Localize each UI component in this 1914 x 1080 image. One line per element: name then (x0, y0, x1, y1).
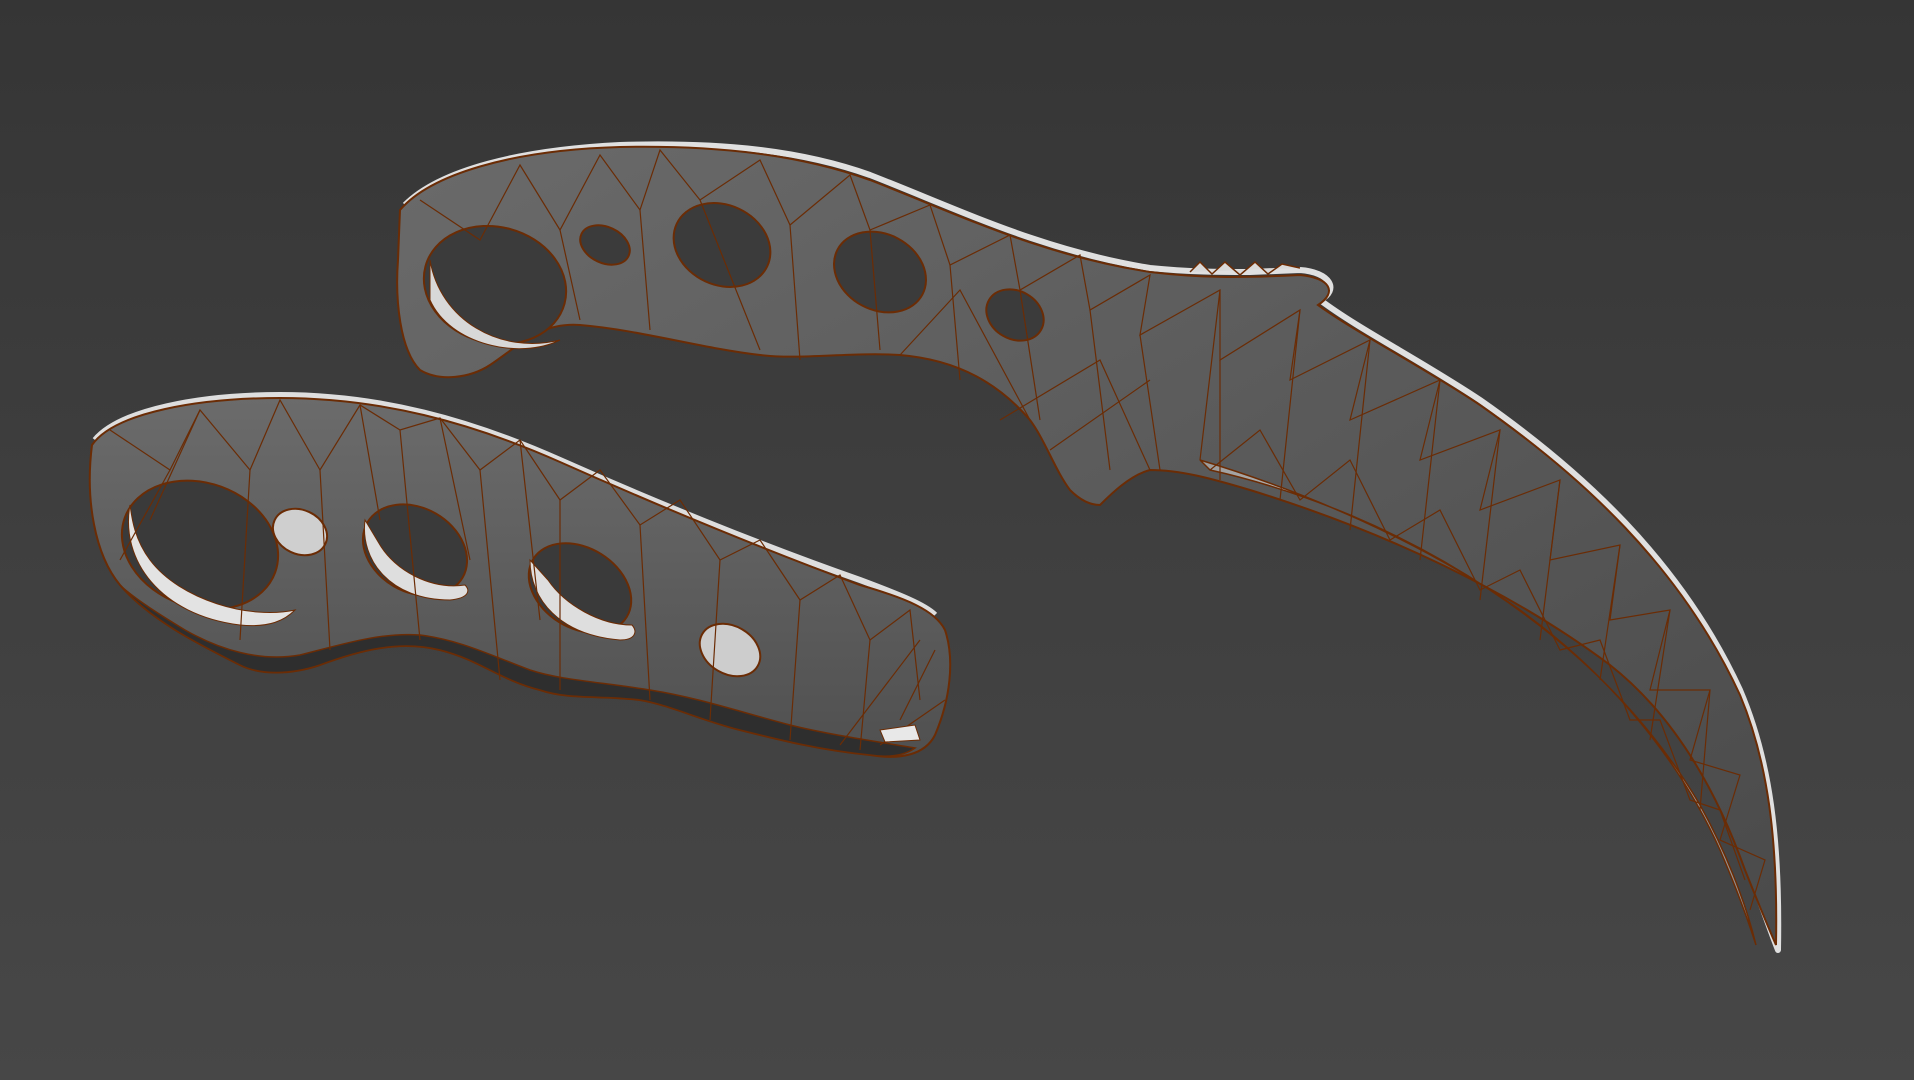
viewport-scene[interactable] (0, 0, 1914, 1080)
karambit-handle-mesh[interactable] (88, 391, 952, 758)
3d-viewport[interactable] (0, 0, 1914, 1080)
